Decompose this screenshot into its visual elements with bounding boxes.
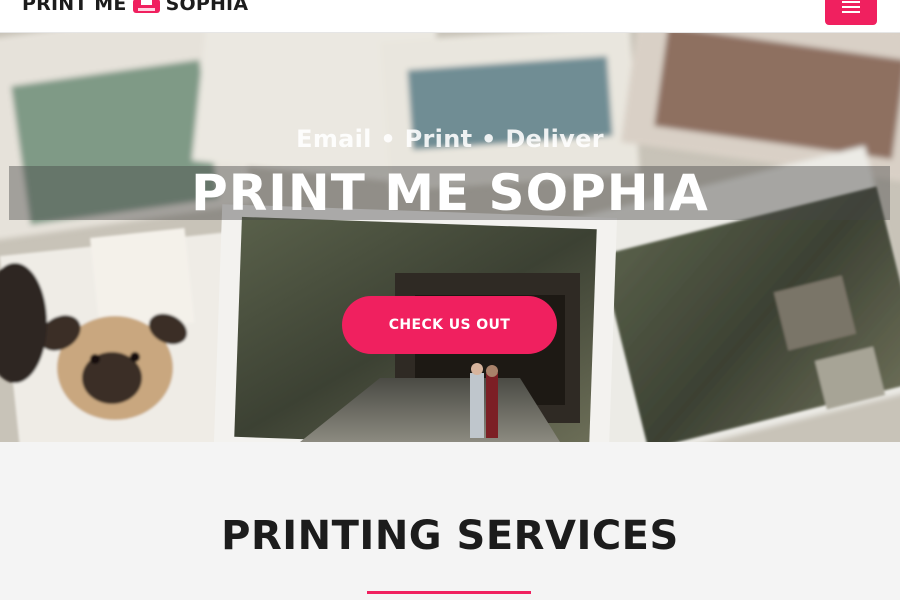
check-us-out-button[interactable]: CHECK US OUT [342, 296, 557, 354]
printer-icon [132, 0, 160, 15]
hero-banner: Email • Print • Deliver PRINT ME SOPHIA … [0, 33, 900, 442]
hamburger-menu-icon [842, 1, 860, 3]
section-title-printing-services: PRINTING SERVICES [221, 513, 679, 559]
hero-background-photo [0, 33, 900, 442]
site-logo[interactable]: PRINT ME SOPHIA [22, 0, 248, 16]
menu-button[interactable] [825, 0, 877, 25]
logo-text-right: SOPHIA [165, 0, 249, 15]
section-divider [367, 591, 531, 594]
hero-title: PRINT ME SOPHIA [191, 164, 709, 222]
hero-tagline: Email • Print • Deliver [296, 125, 604, 153]
site-header: PRINT ME SOPHIA [0, 0, 900, 33]
logo-text-left: PRINT ME [22, 0, 127, 15]
